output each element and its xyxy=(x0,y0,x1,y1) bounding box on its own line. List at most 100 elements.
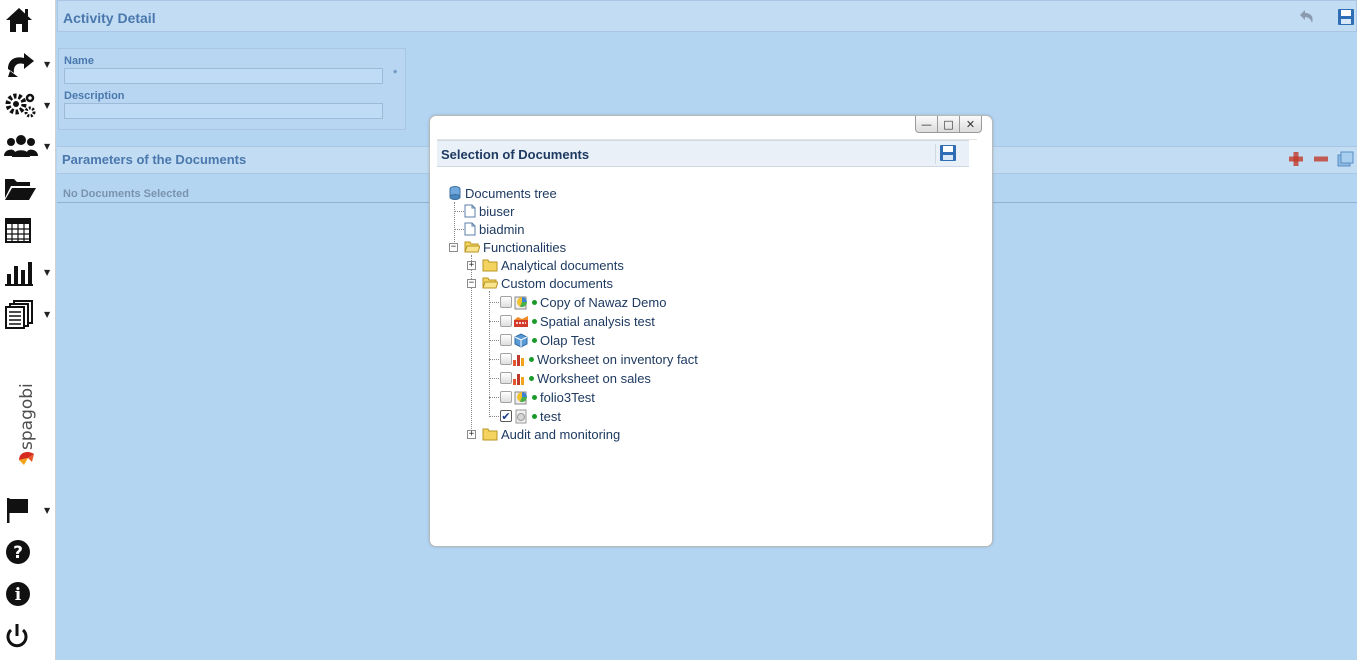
back-arrow-icon xyxy=(1300,10,1313,23)
parameters-title: Parameters of the Documents xyxy=(62,152,247,167)
doc-checkbox[interactable] xyxy=(500,334,512,346)
tree-node-label: Copy of Nawaz Demo xyxy=(540,294,667,310)
tree-doc-item[interactable]: Worksheet on inventory fact xyxy=(500,350,698,368)
plus-icon xyxy=(1289,152,1303,166)
users-icon xyxy=(4,135,38,157)
sidebar-roles[interactable]: ▼ xyxy=(4,46,50,82)
doc-checkbox[interactable] xyxy=(500,296,512,308)
folder-icon xyxy=(482,428,498,441)
status-dot xyxy=(532,394,537,400)
tree-doc-item[interactable]: Spatial analysis test xyxy=(500,312,655,330)
tree-node-label: Documents tree xyxy=(465,185,557,201)
sidebar-help[interactable]: ? xyxy=(4,534,50,570)
status-dot xyxy=(532,337,537,343)
doc-checkbox[interactable] xyxy=(500,353,512,365)
tree-node-root[interactable]: Documents tree xyxy=(448,184,557,202)
gears-icon xyxy=(5,93,36,118)
tree-line xyxy=(489,397,499,398)
chevron-down-icon: ▼ xyxy=(44,268,51,277)
back-button[interactable] xyxy=(1296,7,1316,27)
doc-checkbox[interactable] xyxy=(500,372,512,384)
status-dot xyxy=(532,299,537,305)
chart-doc-icon xyxy=(514,391,527,405)
doc-checkbox[interactable] xyxy=(500,391,512,403)
calendar-icon xyxy=(5,218,31,243)
tree-node-label: Spatial analysis test xyxy=(540,313,655,329)
sidebar-flag[interactable]: ▼ xyxy=(4,492,50,528)
dialog-title: Selection of Documents xyxy=(441,147,590,162)
sidebar-home[interactable] xyxy=(4,2,50,38)
tree-doc-item[interactable]: Olap Test xyxy=(500,331,595,349)
sidebar-users[interactable]: ▼ xyxy=(4,128,50,164)
tree-line xyxy=(489,321,499,322)
worksheet-doc-icon xyxy=(513,355,524,366)
expand-toggle[interactable]: + xyxy=(467,430,476,439)
status-dot xyxy=(529,356,534,362)
sidebar-calendar[interactable] xyxy=(4,212,50,248)
tree-line xyxy=(489,359,499,360)
folder-icon xyxy=(482,259,498,272)
chevron-down-icon: ▼ xyxy=(44,310,51,319)
dialog-header: Selection of Documents xyxy=(437,140,969,167)
collapse-toggle[interactable]: − xyxy=(467,279,476,288)
tree-doc-item[interactable]: Worksheet on sales xyxy=(500,369,651,387)
select-documents-button[interactable] xyxy=(1337,150,1355,168)
tree-node-biuser[interactable]: biuser xyxy=(464,202,514,220)
tree-line xyxy=(454,229,464,230)
tree-line xyxy=(489,416,499,417)
dialog-save-button[interactable] xyxy=(935,144,957,164)
name-field[interactable] xyxy=(64,68,383,84)
expand-toggle[interactable]: + xyxy=(467,261,476,270)
minus-icon xyxy=(1314,156,1328,162)
tree-node-audit[interactable]: Audit and monitoring xyxy=(482,425,620,443)
add-document-button[interactable] xyxy=(1287,150,1305,168)
tree-node-analytical[interactable]: Analytical documents xyxy=(482,256,624,274)
documents-icon xyxy=(5,300,33,329)
dialog-divider xyxy=(437,128,977,140)
database-icon xyxy=(449,186,461,200)
info-icon: i xyxy=(6,582,30,606)
power-icon xyxy=(6,624,28,648)
folders-icon xyxy=(1337,151,1354,167)
name-label: Name xyxy=(64,55,94,67)
sidebar-folders[interactable] xyxy=(4,170,50,206)
worksheet-doc-icon xyxy=(513,374,524,385)
tree-node-functionalities[interactable]: Functionalities xyxy=(464,238,566,256)
tree-node-label: Functionalities xyxy=(483,239,567,255)
collapse-toggle[interactable]: − xyxy=(449,243,458,252)
tree-node-label: Olap Test xyxy=(540,332,595,348)
doc-checkbox-checked[interactable]: ✔ xyxy=(500,410,512,423)
tree-line xyxy=(489,340,499,341)
remove-document-button[interactable] xyxy=(1312,150,1330,168)
tree-doc-item[interactable]: ✔ test xyxy=(500,407,561,425)
chevron-down-icon: ▼ xyxy=(44,142,51,151)
tree-doc-item[interactable]: folio3Test xyxy=(500,388,595,406)
logo-text: spagobi xyxy=(17,383,37,450)
sidebar-logout[interactable] xyxy=(4,618,50,654)
sidebar: ▼ ▼ ▼ ▼ ▼ spagobi ▼ ? i xyxy=(0,0,56,660)
tree-node-custom[interactable]: Custom documents xyxy=(482,274,613,292)
save-button[interactable] xyxy=(1336,7,1356,27)
required-mark: * xyxy=(393,68,398,80)
svg-text:i: i xyxy=(15,585,22,605)
status-dot xyxy=(532,318,537,324)
tree-node-label: biadmin xyxy=(479,221,525,237)
tree-node-biadmin[interactable]: biadmin xyxy=(464,220,525,238)
sidebar-info[interactable]: i xyxy=(4,576,50,612)
tree-doc-item[interactable]: Copy of Nawaz Demo xyxy=(500,293,666,311)
svg-text:?: ? xyxy=(13,543,23,563)
status-dot xyxy=(532,413,537,419)
status-dot xyxy=(529,375,534,381)
doc-checkbox[interactable] xyxy=(500,315,512,327)
folder-icon xyxy=(5,179,36,200)
home-icon xyxy=(6,8,32,32)
sidebar-settings[interactable]: ▼ xyxy=(4,87,50,123)
sidebar-documents[interactable]: ▼ xyxy=(4,296,50,332)
page-title: Activity Detail xyxy=(63,10,156,26)
tree-line xyxy=(489,291,490,417)
bar-chart-icon xyxy=(5,262,33,286)
tree-node-label: test xyxy=(540,408,561,424)
sidebar-analytics[interactable]: ▼ xyxy=(4,254,50,290)
spagobi-logo: spagobi xyxy=(14,370,40,468)
description-field[interactable] xyxy=(64,103,383,119)
